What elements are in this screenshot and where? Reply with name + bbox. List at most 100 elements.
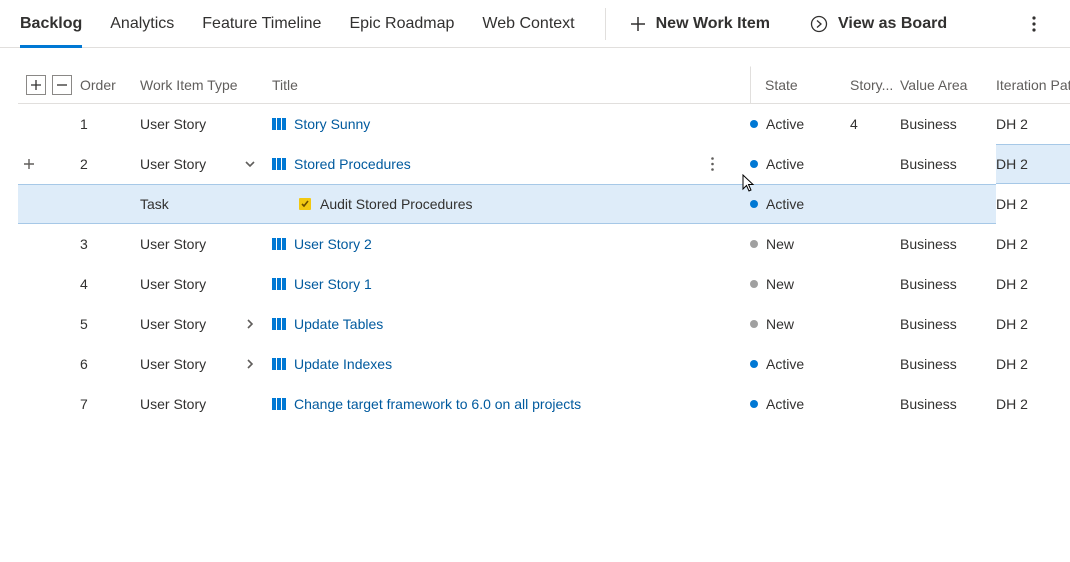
row-more-cell <box>702 224 750 264</box>
state-cell: New <box>750 224 850 264</box>
state-label: New <box>766 276 794 292</box>
story-points-cell <box>850 224 900 264</box>
add-child-button[interactable] <box>18 153 40 175</box>
tab-backlog[interactable]: Backlog <box>20 0 82 47</box>
col-order[interactable]: Order <box>80 66 140 104</box>
state-cell: New <box>750 264 850 304</box>
col-title[interactable]: Title <box>272 66 702 104</box>
state-label: Active <box>766 156 804 172</box>
expander-cell <box>240 264 272 304</box>
state-label: New <box>766 316 794 332</box>
order-cell <box>80 184 140 224</box>
plus-icon <box>23 158 35 170</box>
user-story-icon <box>272 117 286 131</box>
col-iteration-path[interactable]: Iteration Path <box>996 66 1070 104</box>
view-as-board-button[interactable]: View as Board <box>810 15 947 33</box>
expander-cell <box>240 224 272 264</box>
user-story-icon <box>272 237 286 251</box>
row-more-cell <box>702 384 750 424</box>
value-area-cell: Business <box>900 304 996 344</box>
title-cell: Stored Procedures <box>272 144 702 184</box>
story-points-cell: 4 <box>850 104 900 144</box>
order-cell: 2 <box>80 144 140 184</box>
expander-cell[interactable] <box>240 144 272 184</box>
work-item-title-link[interactable]: Update Indexes <box>294 356 392 372</box>
row-expander[interactable] <box>240 314 260 334</box>
work-item-type-cell: User Story <box>140 104 240 144</box>
row-tools-cell <box>18 184 80 224</box>
state-label: Active <box>766 396 804 412</box>
state-indicator-icon <box>750 240 758 248</box>
value-area-cell: Business <box>900 264 996 304</box>
story-points-cell <box>850 344 900 384</box>
expand-all-button[interactable] <box>26 75 46 95</box>
row-expander[interactable] <box>240 354 260 374</box>
value-area-cell: Business <box>900 144 996 184</box>
plus-icon <box>31 80 41 90</box>
header-tools-cell <box>18 66 80 104</box>
tab-feature-timeline[interactable]: Feature Timeline <box>202 0 321 47</box>
work-item-title-link[interactable]: Update Tables <box>294 316 383 332</box>
work-item-title-link[interactable]: Change target framework to 6.0 on all pr… <box>294 396 581 412</box>
header-more-button[interactable] <box>1018 8 1050 40</box>
order-cell: 3 <box>80 224 140 264</box>
row-more-button[interactable] <box>702 157 722 171</box>
expander-cell[interactable] <box>240 304 272 344</box>
row-more-cell <box>702 184 750 224</box>
work-item-title-link[interactable]: User Story 2 <box>294 236 372 252</box>
row-more-cell <box>702 144 750 184</box>
col-work-item-type[interactable]: Work Item Type <box>140 66 240 104</box>
order-cell: 1 <box>80 104 140 144</box>
state-cell: Active <box>750 184 850 224</box>
title-cell: Update Tables <box>272 304 702 344</box>
state-indicator-icon <box>750 360 758 368</box>
new-work-item-button[interactable]: New Work Item <box>630 15 770 33</box>
value-area-cell: Business <box>900 224 996 264</box>
new-work-item-label: New Work Item <box>656 15 770 33</box>
work-item-title-link[interactable]: User Story 1 <box>294 276 372 292</box>
work-item-type-cell: User Story <box>140 264 240 304</box>
col-value-area[interactable]: Value Area <box>900 66 996 104</box>
arrow-circle-right-icon <box>810 15 828 33</box>
work-item-type-cell: User Story <box>140 344 240 384</box>
more-vertical-icon <box>711 157 714 171</box>
work-item-title-link[interactable]: Story Sunny <box>294 116 370 132</box>
col-story-points[interactable]: Story... <box>850 66 900 104</box>
minus-icon <box>57 80 67 90</box>
state-cell: Active <box>750 104 850 144</box>
state-cell: New <box>750 304 850 344</box>
collapse-all-button[interactable] <box>52 75 72 95</box>
tab-web-context[interactable]: Web Context <box>482 0 574 47</box>
state-indicator-icon <box>750 120 758 128</box>
title-cell: User Story 1 <box>272 264 702 304</box>
task-icon <box>298 197 312 211</box>
tab-epic-roadmap[interactable]: Epic Roadmap <box>349 0 454 47</box>
row-tools-cell <box>18 224 80 264</box>
state-indicator-icon <box>750 160 758 168</box>
user-story-icon <box>272 357 286 371</box>
state-indicator-icon <box>750 400 758 408</box>
story-points-cell <box>850 304 900 344</box>
work-item-type-cell: Task <box>140 184 240 224</box>
work-item-title-link[interactable]: Audit Stored Procedures <box>320 196 473 212</box>
row-expander[interactable] <box>240 154 260 174</box>
view-as-board-label: View as Board <box>838 15 947 33</box>
expander-cell <box>240 104 272 144</box>
story-points-cell <box>850 264 900 304</box>
work-item-type-cell: User Story <box>140 144 240 184</box>
state-label: New <box>766 236 794 252</box>
plus-icon <box>630 16 646 32</box>
col-state[interactable]: State <box>750 66 850 104</box>
row-tools-cell <box>18 104 80 144</box>
row-more-cell <box>702 264 750 304</box>
iteration-path-cell: DH 2 <box>996 304 1070 344</box>
user-story-icon <box>272 397 286 411</box>
expander-cell[interactable] <box>240 344 272 384</box>
state-indicator-icon <box>750 200 758 208</box>
row-more-cell <box>702 304 750 344</box>
iteration-path-cell: DH 2 <box>996 344 1070 384</box>
tab-analytics[interactable]: Analytics <box>110 0 174 47</box>
iteration-path-cell: DH 2 <box>996 384 1070 424</box>
work-item-title-link[interactable]: Stored Procedures <box>294 156 411 172</box>
title-cell: Story Sunny <box>272 104 702 144</box>
